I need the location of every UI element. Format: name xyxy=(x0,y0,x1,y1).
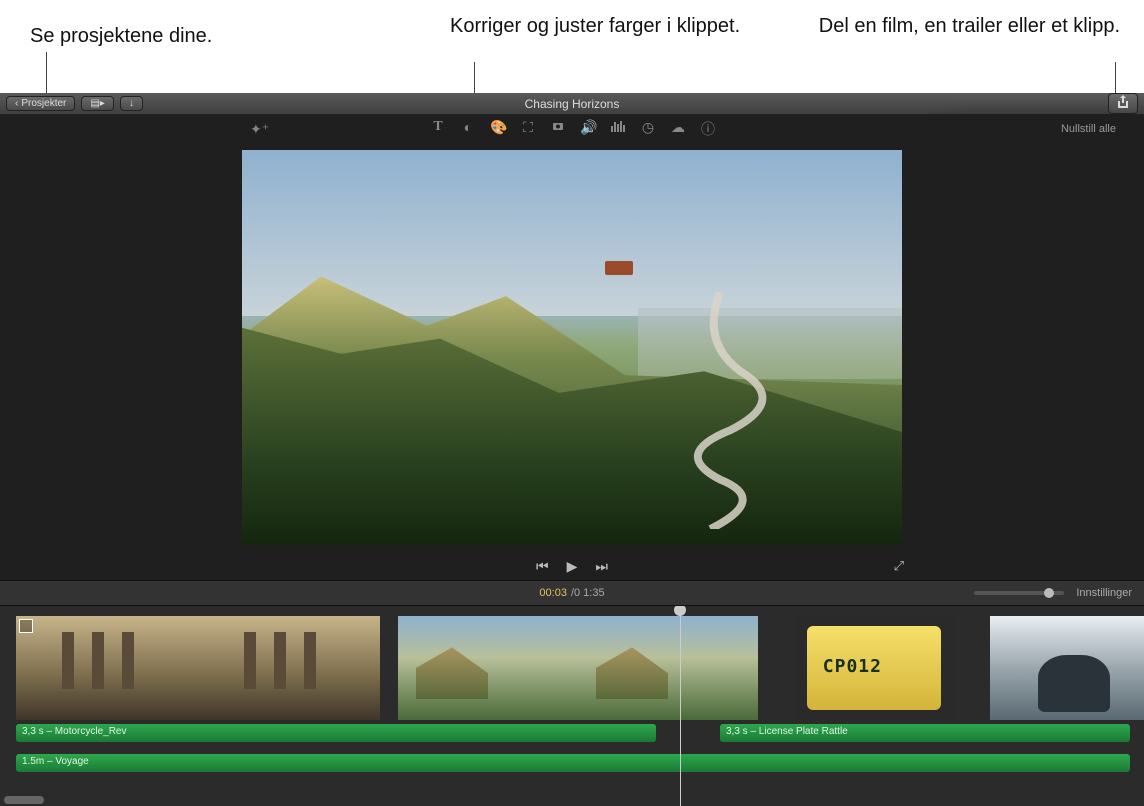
audio-clip-1[interactable]: 3,3 s – Motorcycle_Rev xyxy=(16,724,656,742)
color-correction-icon[interactable]: 🎨 xyxy=(490,119,506,139)
projects-back-label: Prosjekter xyxy=(21,98,66,109)
cable-car xyxy=(605,261,633,275)
projects-back-button[interactable]: ‹ Prosjekter xyxy=(6,96,75,111)
info-icon[interactable]: ⓘ xyxy=(700,119,716,139)
clip-4[interactable] xyxy=(990,616,1144,720)
equalizer-icon[interactable] xyxy=(610,119,626,139)
titlebar: ‹ Prosjekter ▤▸ ↓ Chasing Horizons ★ xyxy=(0,93,1144,115)
import-button[interactable]: ↓ xyxy=(120,96,143,111)
callout-share: Del en film, en trailer eller et klipp. xyxy=(800,14,1124,93)
play-button[interactable]: ▶ xyxy=(567,558,578,575)
adjust-toolbar: ✦⁺ T ◐ 🎨 ⛶ 🔊 ◷ ☁ ⓘ Nullstill alle xyxy=(0,115,1144,143)
zoom-slider[interactable] xyxy=(974,591,1064,595)
next-button[interactable]: ⏭ xyxy=(595,558,608,575)
clip-1[interactable] xyxy=(16,616,380,720)
callout-projects: Se prosjektene dine. xyxy=(30,14,450,93)
timeline[interactable]: 3,3 s – Motorcycle_Rev 3,3 s – License P… xyxy=(0,606,1144,806)
callout-color: Korriger og juster farger i klippet. xyxy=(450,14,800,93)
viewer-area: ✦⁺ T ◐ 🎨 ⛶ 🔊 ◷ ☁ ⓘ Nullstill alle xyxy=(0,115,1144,580)
chevron-left-icon: ‹ xyxy=(15,98,18,109)
audio-clip-3[interactable]: 1.5m – Voyage xyxy=(16,754,1130,772)
media-library-button[interactable]: ▤▸ xyxy=(81,96,113,111)
clip-2[interactable] xyxy=(398,616,758,720)
prev-button[interactable]: ⏮ xyxy=(536,558,549,575)
speed-icon[interactable]: ◷ xyxy=(640,119,656,139)
playback-controls: ⏮ ▶ ⏭ ⤢ xyxy=(0,552,1144,580)
total-time: 0 1:35 xyxy=(574,587,605,599)
color-balance-icon[interactable]: ◐ xyxy=(460,119,476,139)
imovie-window: ‹ Prosjekter ▤▸ ↓ Chasing Horizons ★ xyxy=(0,93,1144,806)
video-preview[interactable] xyxy=(242,150,902,545)
crop-icon[interactable]: ⛶ xyxy=(520,119,536,139)
horizontal-scrollbar[interactable] xyxy=(4,796,44,804)
current-time: 00:03 xyxy=(539,587,567,599)
timeline-settings-button[interactable]: Innstillinger xyxy=(1076,587,1132,599)
project-title: Chasing Horizons xyxy=(525,97,620,111)
share-icon xyxy=(1117,95,1129,112)
titles-icon[interactable]: T xyxy=(430,119,446,139)
auto-enhance-icon[interactable]: ✦⁺ xyxy=(250,121,269,138)
stabilize-icon[interactable] xyxy=(550,119,566,139)
clip-select-box[interactable] xyxy=(19,619,33,633)
fullscreen-button[interactable]: ⤢ xyxy=(894,558,904,574)
audio-clip-2[interactable]: 3,3 s – License Plate Rattle xyxy=(720,724,1130,742)
time-bar: 00:03 / 0 1:35 Innstillinger xyxy=(0,580,1144,606)
library-icon: ▤▸ xyxy=(90,98,104,109)
playhead[interactable] xyxy=(680,606,681,806)
filter-icon[interactable]: ☁ xyxy=(670,119,686,139)
reset-all-button[interactable]: Nullstill alle xyxy=(1061,123,1116,135)
download-icon: ↓ xyxy=(129,98,134,109)
share-button[interactable] xyxy=(1108,93,1138,114)
volume-icon[interactable]: 🔊 xyxy=(580,119,596,139)
clip-3[interactable] xyxy=(794,616,954,720)
